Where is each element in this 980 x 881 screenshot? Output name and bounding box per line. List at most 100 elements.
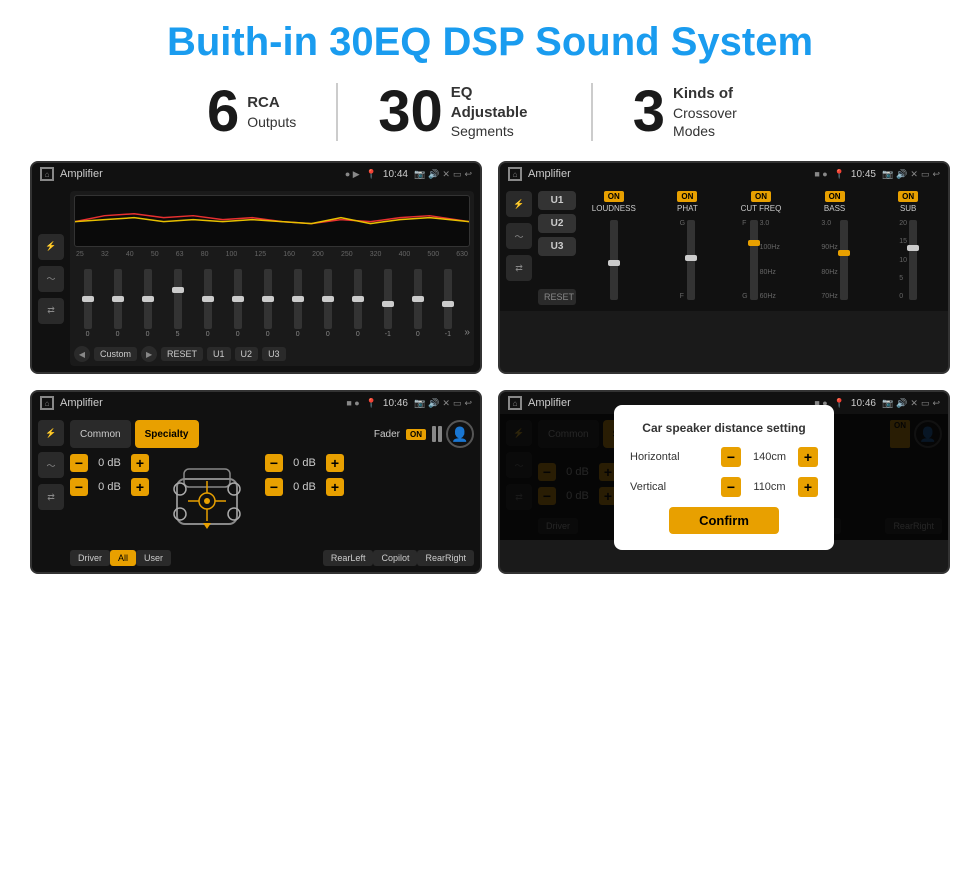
slider-3[interactable]: 0 xyxy=(134,269,161,338)
dsp-sidebar-btn-2[interactable]: 〜 xyxy=(506,223,532,249)
slider-12[interactable]: 0 xyxy=(404,269,431,338)
dsp-reset-btn[interactable]: RESET xyxy=(538,289,576,305)
btn-rearright[interactable]: RearRight xyxy=(417,550,474,566)
btn-all[interactable]: All xyxy=(110,550,136,566)
slider-2[interactable]: 0 xyxy=(104,269,131,338)
modal-horizontal-value: 140cm xyxy=(747,451,792,463)
dsp-loudness-channel: ON LOUDNESS xyxy=(580,191,648,305)
dsp-u1-btn[interactable]: U1 xyxy=(538,191,576,210)
fader-label: Fader xyxy=(374,429,400,440)
modal-overlay: Car speaker distance setting Horizontal … xyxy=(500,414,948,540)
slider-1[interactable]: 0 xyxy=(74,269,101,338)
vol-value-2: 0 dB xyxy=(92,481,127,493)
fader-main-content: Common Specialty Fader ON xyxy=(70,420,474,566)
car-diagram xyxy=(157,454,257,544)
dsp-sidebar-btn-3[interactable]: ⇄ xyxy=(506,255,532,281)
vol-control-3: − 0 dB + xyxy=(265,454,344,472)
dsp-u3-btn[interactable]: U3 xyxy=(538,237,576,256)
fader-left-vols: − 0 dB + − 0 dB + xyxy=(70,454,149,544)
dsp-screen-title: Amplifier xyxy=(528,168,808,180)
slider-6[interactable]: 0 xyxy=(224,269,251,338)
modal-horizontal-plus[interactable]: + xyxy=(798,447,818,467)
slider-10[interactable]: 0 xyxy=(344,269,371,338)
eq-sidebar-btn-3[interactable]: ⇄ xyxy=(38,298,64,324)
stat-eq: 30 EQ Adjustable Segments xyxy=(338,83,593,141)
modal-bg-content: ⚡ 〜 ⇄ Common Specialty ON 👤 xyxy=(500,414,948,540)
vol-minus-2[interactable]: − xyxy=(70,478,88,496)
phat-on-badge[interactable]: ON xyxy=(677,191,697,202)
vol-plus-3[interactable]: + xyxy=(326,454,344,472)
btn-rearleft[interactable]: RearLeft xyxy=(323,550,374,566)
fader-sidebar-btn-1[interactable]: ⚡ xyxy=(38,420,64,446)
btn-copilot[interactable]: Copilot xyxy=(373,550,417,566)
user-icon[interactable]: 👤 xyxy=(446,420,474,448)
fader-on-badge[interactable]: ON xyxy=(406,429,426,440)
vol-minus-3[interactable]: − xyxy=(265,454,283,472)
fader-sidebar-btn-2[interactable]: 〜 xyxy=(38,452,64,478)
fader-tabs: Common Specialty Fader ON xyxy=(70,420,474,448)
dsp-home-icon[interactable]: ⌂ xyxy=(508,167,522,181)
vol-minus-1[interactable]: − xyxy=(70,454,88,472)
modal-vertical-minus[interactable]: − xyxy=(721,477,741,497)
slider-5[interactable]: 0 xyxy=(194,269,221,338)
fader-status-bar: ⌂ Amplifier ■ ● 📍 10:46 📷 🔊 ✕ ▭ ↩ xyxy=(32,392,480,414)
fader-sidebar-btn-3[interactable]: ⇄ xyxy=(38,484,64,510)
home-icon[interactable]: ⌂ xyxy=(40,167,54,181)
fader-content: ⚡ 〜 ⇄ Common Specialty Fader ON xyxy=(32,414,480,572)
cutfreq-on-badge[interactable]: ON xyxy=(751,191,771,202)
slider-11[interactable]: -1 xyxy=(374,269,401,338)
tab-common[interactable]: Common xyxy=(70,420,131,448)
modal-confirm-button[interactable]: Confirm xyxy=(669,507,779,534)
vol-control-2: − 0 dB + xyxy=(70,478,149,496)
slider-13[interactable]: -1 xyxy=(434,269,461,338)
modal-screen-time: 10:46 xyxy=(851,398,876,409)
fader-body: − 0 dB + − 0 dB + xyxy=(70,454,474,544)
vol-plus-1[interactable]: + xyxy=(131,454,149,472)
dsp-content: ⚡ 〜 ⇄ U1 U2 U3 RESET ON xyxy=(500,185,948,311)
dsp-phat-channel: ON PHAT GF xyxy=(654,191,722,305)
eq-next-btn[interactable]: ▶ xyxy=(141,346,157,362)
eq-sidebar-btn-1[interactable]: ⚡ xyxy=(38,234,64,260)
eq-screen-time: 10:44 xyxy=(383,169,408,180)
slider-7[interactable]: 0 xyxy=(254,269,281,338)
modal-vertical-label: Vertical xyxy=(630,481,666,493)
dsp-u2-btn[interactable]: U2 xyxy=(538,214,576,233)
sub-on-badge[interactable]: ON xyxy=(898,191,918,202)
eq-reset-btn[interactable]: RESET xyxy=(161,347,203,361)
slider-9[interactable]: 0 xyxy=(314,269,341,338)
eq-sidebar-btn-2[interactable]: 〜 xyxy=(38,266,64,292)
modal-vertical-control: − 110cm + xyxy=(721,477,818,497)
screenshots-grid: ⌂ Amplifier ● ▶ 📍 10:44 📷 🔊 ✕ ▭ ↩ ⚡ 〜 xyxy=(30,161,950,574)
modal-horizontal-minus[interactable]: − xyxy=(721,447,741,467)
eq-custom-btn[interactable]: Custom xyxy=(94,347,137,361)
eq-u2-btn[interactable]: U2 xyxy=(235,347,259,361)
modal-vertical-value: 110cm xyxy=(747,481,792,493)
eq-sliders: 0 0 0 5 0 0 0 0 0 0 -1 0 -1 xyxy=(74,262,470,342)
modal-home-icon[interactable]: ⌂ xyxy=(508,396,522,410)
btn-user[interactable]: User xyxy=(136,550,171,566)
modal-vertical-row: Vertical − 110cm + xyxy=(630,477,818,497)
bass-on-badge[interactable]: ON xyxy=(825,191,845,202)
eq-prev-btn[interactable]: ◀ xyxy=(74,346,90,362)
vol-plus-2[interactable]: + xyxy=(131,478,149,496)
vol-minus-4[interactable]: − xyxy=(265,478,283,496)
vol-plus-4[interactable]: + xyxy=(326,478,344,496)
eq-u3-btn[interactable]: U3 xyxy=(262,347,286,361)
eq-screen-card: ⌂ Amplifier ● ▶ 📍 10:44 📷 🔊 ✕ ▭ ↩ ⚡ 〜 xyxy=(30,161,482,374)
modal-screen-card: ⌂ Amplifier ■ ● 📍 10:46 📷 🔊 ✕ ▭ ↩ ⚡ xyxy=(498,390,950,574)
stat-rca-number: 6 xyxy=(207,83,239,141)
loudness-on-badge[interactable]: ON xyxy=(604,191,624,202)
dsp-status-icons: 📷 🔊 ✕ ▭ ↩ xyxy=(882,169,940,180)
modal-dialog: Car speaker distance setting Horizontal … xyxy=(614,405,834,550)
fader-status-icons: 📷 🔊 ✕ ▭ ↩ xyxy=(414,398,472,409)
eq-u1-btn[interactable]: U1 xyxy=(207,347,231,361)
tab-specialty[interactable]: Specialty xyxy=(135,420,199,448)
stat-eq-label: EQ Adjustable xyxy=(451,83,551,122)
slider-8[interactable]: 0 xyxy=(284,269,311,338)
btn-driver[interactable]: Driver xyxy=(70,550,110,566)
modal-vertical-plus[interactable]: + xyxy=(798,477,818,497)
fader-home-icon[interactable]: ⌂ xyxy=(40,396,54,410)
dsp-sidebar-btn-1[interactable]: ⚡ xyxy=(506,191,532,217)
modal-horizontal-control: − 140cm + xyxy=(721,447,818,467)
slider-4[interactable]: 5 xyxy=(164,269,191,338)
